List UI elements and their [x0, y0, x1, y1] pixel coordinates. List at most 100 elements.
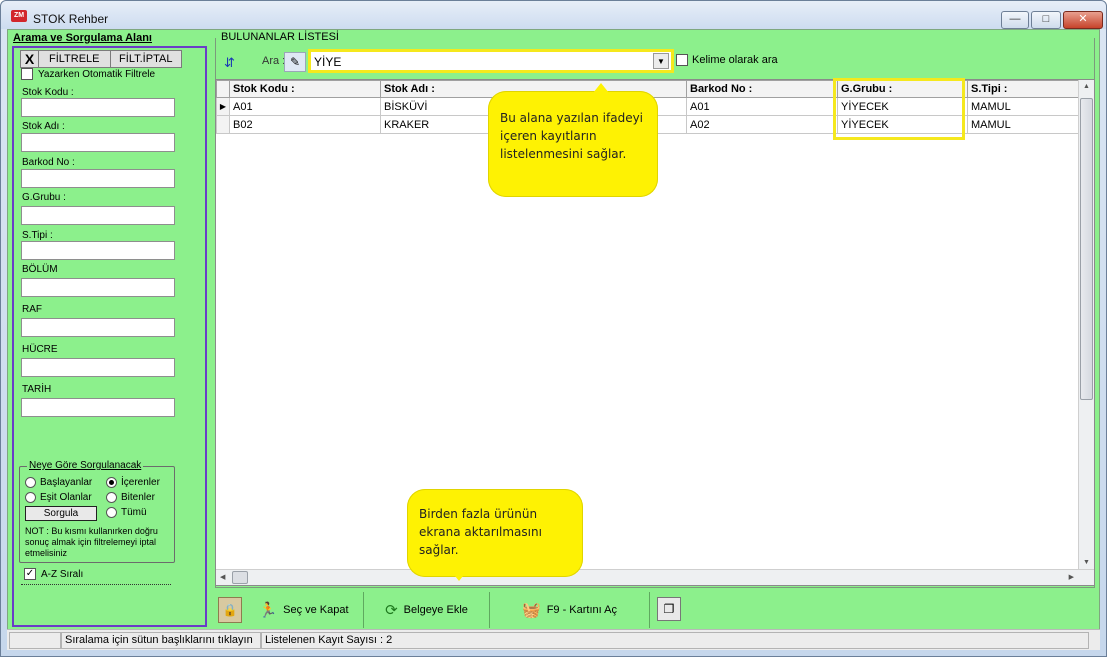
vertical-scrollbar[interactable]: ▲ ▼: [1078, 80, 1094, 569]
status-sort-hint: Sıralama için sütun başlıklarını tıklayı…: [61, 632, 261, 649]
filter-toolbar: X FİLTRELE FİLT.İPTAL: [20, 50, 182, 68]
cell-barkod-no[interactable]: A01: [686, 97, 838, 116]
az-sorted-row[interactable]: ✓ A-Z Sıralı: [24, 568, 83, 580]
stok-kodu-label: Stok Kodu :: [22, 87, 74, 98]
auto-filter-label: Yazarken Otomatik Filtrele: [38, 68, 156, 80]
radio-baslayanlar-label: Başlayanlar: [40, 477, 93, 488]
close-button[interactable]: ✕: [1063, 11, 1103, 29]
radio-baslayanlar-dot[interactable]: [25, 477, 36, 488]
maximize-button[interactable]: □: [1031, 11, 1061, 29]
scroll-right-icon[interactable]: ▶: [1069, 573, 1074, 581]
vertical-scroll-thumb[interactable]: [1080, 98, 1093, 400]
radio-baslayanlar[interactable]: Başlayanlar: [25, 477, 92, 488]
whole-word-checkbox[interactable]: [676, 54, 688, 66]
search-area-title: Arama ve Sorgulama Alanı: [13, 32, 152, 44]
status-record-count: Listelenen Kayıt Sayısı : 2: [261, 632, 1089, 649]
belgeye-ekle-label: Belgeye Ekle: [403, 604, 468, 616]
basket-icon: 🧺: [522, 602, 541, 619]
belgeye-ekle-button[interactable]: ⟳ Belgeye Ekle: [364, 592, 490, 628]
cell-stok-kodu[interactable]: A01: [229, 97, 381, 116]
cancel-filter-button[interactable]: FİLT.İPTAL: [111, 51, 182, 67]
radio-esit-olanlar[interactable]: Eşit Olanlar: [25, 492, 92, 503]
stok-kodu-input[interactable]: [21, 98, 175, 117]
cell-stok-kodu[interactable]: B02: [229, 115, 381, 134]
radio-bitenler-dot[interactable]: [106, 492, 117, 503]
raf-input[interactable]: [21, 318, 175, 337]
brush-icon[interactable]: ✎: [284, 52, 306, 72]
cell-barkod-no[interactable]: A02: [686, 115, 838, 134]
title-bar: ZM STOK Rehber — □ ✕: [1, 1, 1106, 29]
search-list-icon[interactable]: ⇵: [224, 55, 242, 71]
g-grubu-input[interactable]: [21, 206, 175, 225]
status-empty-segment: [9, 632, 61, 649]
az-sorted-checkbox[interactable]: ✓: [24, 568, 36, 580]
bolum-label: BÖLÜM: [22, 264, 58, 275]
row-indicator-header: [216, 80, 230, 98]
col-header-s-tipi[interactable]: S.Tipi :: [967, 80, 1082, 98]
cell-s-tipi[interactable]: MAMUL: [967, 115, 1082, 134]
divider: [21, 584, 171, 585]
g-grubu-highlight: [833, 78, 965, 140]
whole-word-row[interactable]: Kelime olarak ara: [676, 54, 778, 66]
auto-filter-checkbox[interactable]: [21, 68, 33, 80]
search-input[interactable]: [314, 53, 648, 71]
col-header-stok-kodu[interactable]: Stok Kodu :: [229, 80, 381, 98]
scroll-down-icon[interactable]: ▼: [1083, 559, 1090, 566]
radio-bitenler[interactable]: Bitenler: [106, 492, 155, 503]
bolum-input[interactable]: [21, 278, 175, 297]
clear-filter-button[interactable]: X: [21, 51, 39, 67]
radio-esit-olanlar-label: Eşit Olanlar: [40, 492, 92, 503]
f9-kart-ac-button[interactable]: 🧺 F9 - Kartını Aç: [490, 592, 650, 628]
sorgula-button[interactable]: Sorgula: [25, 506, 97, 521]
horizontal-scrollbar[interactable]: ◀ ▶: [216, 569, 1094, 585]
add-help-callout: Birden fazla ürünün ekrana aktarılmasını…: [407, 489, 583, 581]
lock-icon[interactable]: 🔒: [218, 597, 242, 623]
radio-tumu-label: Tümü: [121, 507, 147, 518]
stok-adi-label: Stok Adı :: [22, 121, 65, 132]
auto-filter-row[interactable]: Yazarken Otomatik Filtrele: [21, 68, 155, 80]
barkod-no-label: Barkod No :: [22, 157, 75, 168]
hucre-label: HÜCRE: [22, 344, 58, 355]
app-logo-icon: ZM: [11, 10, 27, 22]
az-sorted-label: A-Z Sıralı: [41, 568, 84, 580]
sec-kapat-label: Seç ve Kapat: [283, 604, 349, 616]
s-tipi-input[interactable]: [21, 241, 175, 260]
f9-kart-ac-label: F9 - Kartını Aç: [546, 604, 617, 616]
radio-esit-olanlar-dot[interactable]: [25, 492, 36, 503]
radio-icerenler[interactable]: İçerenler: [106, 477, 160, 488]
window-title: STOK Rehber: [33, 12, 109, 26]
hucre-input[interactable]: [21, 358, 175, 377]
scroll-up-icon[interactable]: ▲: [1083, 83, 1090, 90]
tarih-label: TARİH: [22, 384, 52, 395]
search-label: Ara :: [262, 55, 286, 67]
copy-icon[interactable]: ❐: [657, 597, 681, 621]
refresh-icon: ⟳: [385, 602, 398, 619]
radio-bitenler-label: Bitenler: [121, 492, 155, 503]
radio-tumu-dot[interactable]: [106, 507, 117, 518]
col-header-barkod-no[interactable]: Barkod No :: [686, 80, 838, 98]
sec-kapat-button[interactable]: 🏃 Seç ve Kapat: [244, 592, 364, 628]
chevron-down-icon[interactable]: ▼: [653, 53, 669, 69]
g-grubu-label: G.Grubu :: [22, 192, 66, 203]
horizontal-scroll-thumb[interactable]: [232, 571, 248, 584]
tarih-input[interactable]: [21, 398, 175, 417]
cell-s-tipi[interactable]: MAMUL: [967, 97, 1082, 116]
radio-tumu[interactable]: Tümü: [106, 507, 147, 518]
filter-button[interactable]: FİLTRELE: [39, 51, 111, 67]
radio-icerenler-dot[interactable]: [106, 477, 117, 488]
running-man-icon: 🏃: [258, 602, 278, 619]
scroll-left-icon[interactable]: ◀: [220, 573, 225, 581]
barkod-no-input[interactable]: [21, 169, 175, 188]
radio-icerenler-label: İçerenler: [121, 477, 160, 488]
stok-adi-input[interactable]: [21, 133, 175, 152]
current-row-indicator-icon: ▶: [216, 97, 230, 116]
query-note: NOT : Bu kısmı kullanırken doğru sonuç a…: [25, 526, 158, 558]
results-legend: BULUNANLAR LİSTESİ: [221, 31, 339, 43]
minimize-button[interactable]: —: [1001, 11, 1029, 29]
raf-label: RAF: [22, 304, 42, 315]
search-combobox[interactable]: ▼: [308, 49, 674, 73]
row-indicator: [216, 115, 230, 134]
search-help-callout: Bu alana yazılan ifadeyi içeren kayıtlar…: [488, 83, 658, 197]
s-tipi-label: S.Tipi :: [22, 230, 53, 241]
query-mode-title: Neye Göre Sorgulanacak: [27, 460, 144, 471]
